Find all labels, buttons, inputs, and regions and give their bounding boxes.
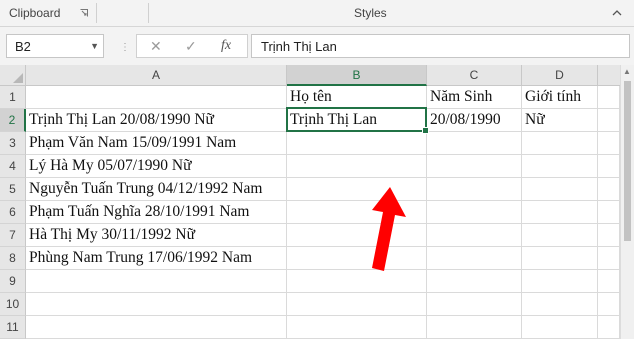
grid-cell[interactable] [26, 293, 287, 316]
dialog-launcher-icon[interactable] [80, 9, 88, 17]
grid-cell[interactable] [427, 247, 522, 270]
cell-a3[interactable]: Phạm Văn Nam 15/09/1991 Nam [26, 132, 287, 155]
row-header-6[interactable]: 6 [0, 201, 26, 224]
formula-input[interactable]: Trịnh Thị Lan [251, 34, 630, 58]
row-header-8[interactable]: 8 [0, 247, 26, 270]
row-header-9[interactable]: 9 [0, 270, 26, 293]
grid-cell[interactable] [427, 270, 522, 293]
scroll-up-icon[interactable]: ▲ [623, 67, 631, 76]
column-header-d[interactable]: D [522, 65, 598, 86]
grid-cell[interactable] [522, 270, 598, 293]
grid-cell[interactable] [598, 270, 620, 293]
cell-a8[interactable]: Phùng Nam Trung 17/06/1992 Nam [26, 247, 287, 270]
styles-group-label: Styles [354, 6, 387, 20]
grid-cell[interactable] [598, 224, 620, 247]
formula-buttons: ✕ ✓ fx [136, 34, 248, 58]
grid-cell[interactable] [598, 178, 620, 201]
cancel-icon[interactable]: ✕ [150, 38, 162, 55]
grid-cell[interactable] [427, 201, 522, 224]
grid-cell[interactable] [26, 86, 287, 109]
enter-check-icon[interactable]: ✓ [185, 38, 197, 55]
grid-cell[interactable] [427, 155, 522, 178]
row-header-1[interactable]: 1 [0, 86, 26, 109]
grid-cell[interactable] [522, 178, 598, 201]
formula-bar: B2 ▼ ⋮ ✕ ✓ fx Trịnh Thị Lan [0, 27, 634, 65]
grid-cell[interactable] [522, 201, 598, 224]
grid-cell[interactable] [427, 316, 522, 339]
splitter-handle-icon[interactable]: ⋮ [120, 42, 131, 53]
grid-cell[interactable] [522, 247, 598, 270]
column-header-a[interactable]: A [26, 65, 287, 86]
grid-cell[interactable] [598, 132, 620, 155]
row-header-2[interactable]: 2 [0, 109, 26, 132]
collapse-ribbon-icon[interactable] [612, 9, 622, 17]
formula-content: Trịnh Thị Lan [261, 39, 337, 54]
grid-cell[interactable] [427, 132, 522, 155]
column-header-e[interactable] [598, 65, 620, 86]
cell-d1[interactable]: Giới tính [522, 86, 598, 109]
row-header-4[interactable]: 4 [0, 155, 26, 178]
grid-cell[interactable] [427, 178, 522, 201]
grid-cell[interactable] [522, 132, 598, 155]
cell-a7[interactable]: Hà Thị My 30/11/1992 Nữ [26, 224, 287, 247]
column-header-b[interactable]: B [287, 65, 427, 86]
grid-cell[interactable] [427, 224, 522, 247]
grid-cell[interactable] [287, 293, 427, 316]
cell-a5[interactable]: Nguyễn Tuấn Trung 04/12/1992 Nam [26, 178, 287, 201]
worksheet-grid: A B C D 1 2 3 4 5 6 7 8 9 10 11 Họ tên N… [0, 65, 620, 339]
grid-cell[interactable] [522, 293, 598, 316]
grid-cell[interactable] [287, 316, 427, 339]
select-all-corner[interactable] [0, 65, 26, 86]
grid-cell[interactable] [522, 224, 598, 247]
name-box-value: B2 [15, 39, 31, 54]
row-header-10[interactable]: 10 [0, 293, 26, 316]
grid-cell[interactable] [598, 109, 620, 132]
cell-c1[interactable]: Năm Sinh [427, 86, 522, 109]
grid-cell[interactable] [598, 86, 620, 109]
row-header-7[interactable]: 7 [0, 224, 26, 247]
cell-a2[interactable]: Trịnh Thị Lan 20/08/1990 Nữ [26, 109, 287, 132]
grid-cell[interactable] [522, 316, 598, 339]
cell-b2[interactable]: Trịnh Thị Lan [287, 109, 427, 132]
grid-cell[interactable] [427, 293, 522, 316]
name-box[interactable]: B2 ▼ [6, 34, 104, 58]
grid-cell[interactable] [287, 132, 427, 155]
grid-cell[interactable] [598, 247, 620, 270]
cell-c2[interactable]: 20/08/1990 [427, 109, 522, 132]
grid-cell[interactable] [522, 155, 598, 178]
grid-cell[interactable] [287, 155, 427, 178]
grid-cell[interactable] [26, 316, 287, 339]
grid-cell[interactable] [598, 201, 620, 224]
grid-cell[interactable] [26, 270, 287, 293]
column-header-c[interactable]: C [427, 65, 522, 86]
cell-d2[interactable]: Nữ [522, 109, 598, 132]
row-header-3[interactable]: 3 [0, 132, 26, 155]
cell-b1[interactable]: Họ tên [287, 86, 427, 109]
vertical-scrollbar[interactable]: ▲ [620, 65, 634, 339]
grid-cell[interactable] [598, 316, 620, 339]
row-header-11[interactable]: 11 [0, 316, 26, 339]
clipboard-group-label: Clipboard [9, 6, 61, 20]
cell-a6[interactable]: Phạm Tuấn Nghĩa 28/10/1991 Nam [26, 201, 287, 224]
chevron-down-icon[interactable]: ▼ [90, 41, 99, 51]
row-header-5[interactable]: 5 [0, 178, 26, 201]
ribbon-group-labels: Clipboard Styles [0, 0, 634, 27]
grid-cell[interactable] [598, 155, 620, 178]
insert-function-icon[interactable]: fx [221, 38, 231, 54]
scrollbar-thumb[interactable] [624, 81, 631, 241]
cell-a4[interactable]: Lý Hà My 05/07/1990 Nữ [26, 155, 287, 178]
red-arrow-annotation [372, 187, 406, 271]
ribbon-separator [148, 3, 149, 23]
grid-cell[interactable] [598, 293, 620, 316]
ribbon-separator [96, 3, 97, 23]
